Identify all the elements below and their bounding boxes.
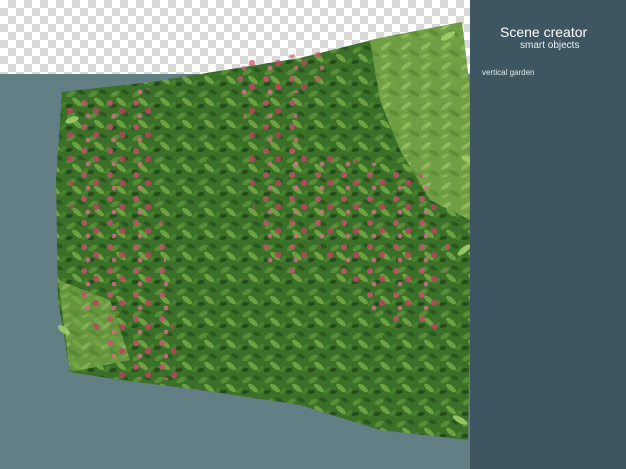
panel-title: Scene creator	[500, 24, 588, 40]
panel-subtitle: smart objects	[520, 40, 580, 51]
preview-canvas: Scene creator smart objects vertical gar…	[0, 0, 626, 469]
panel-caption: vertical garden	[482, 68, 535, 77]
